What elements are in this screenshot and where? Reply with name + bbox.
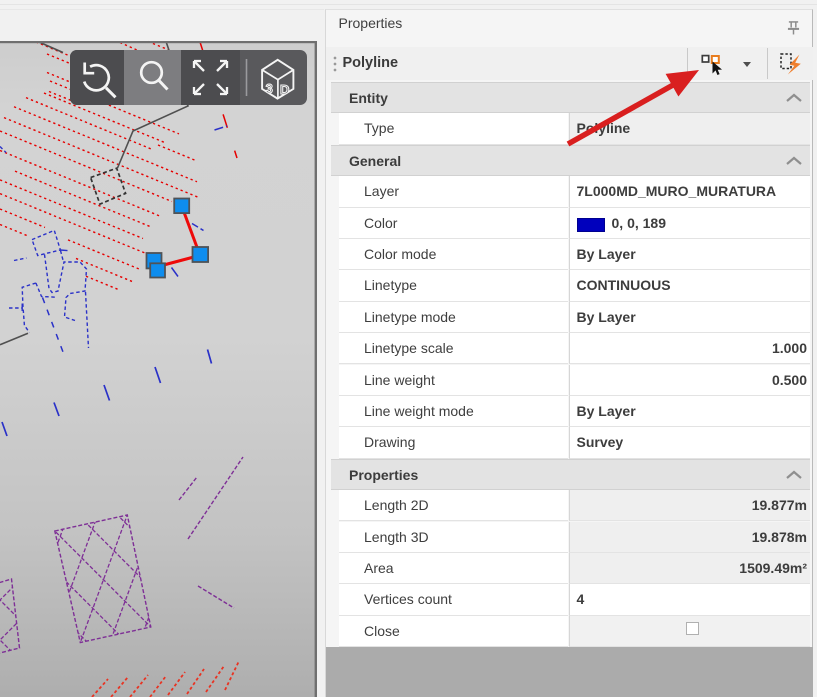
svg-text:3: 3 [266, 81, 273, 96]
svg-text:D: D [280, 82, 289, 97]
